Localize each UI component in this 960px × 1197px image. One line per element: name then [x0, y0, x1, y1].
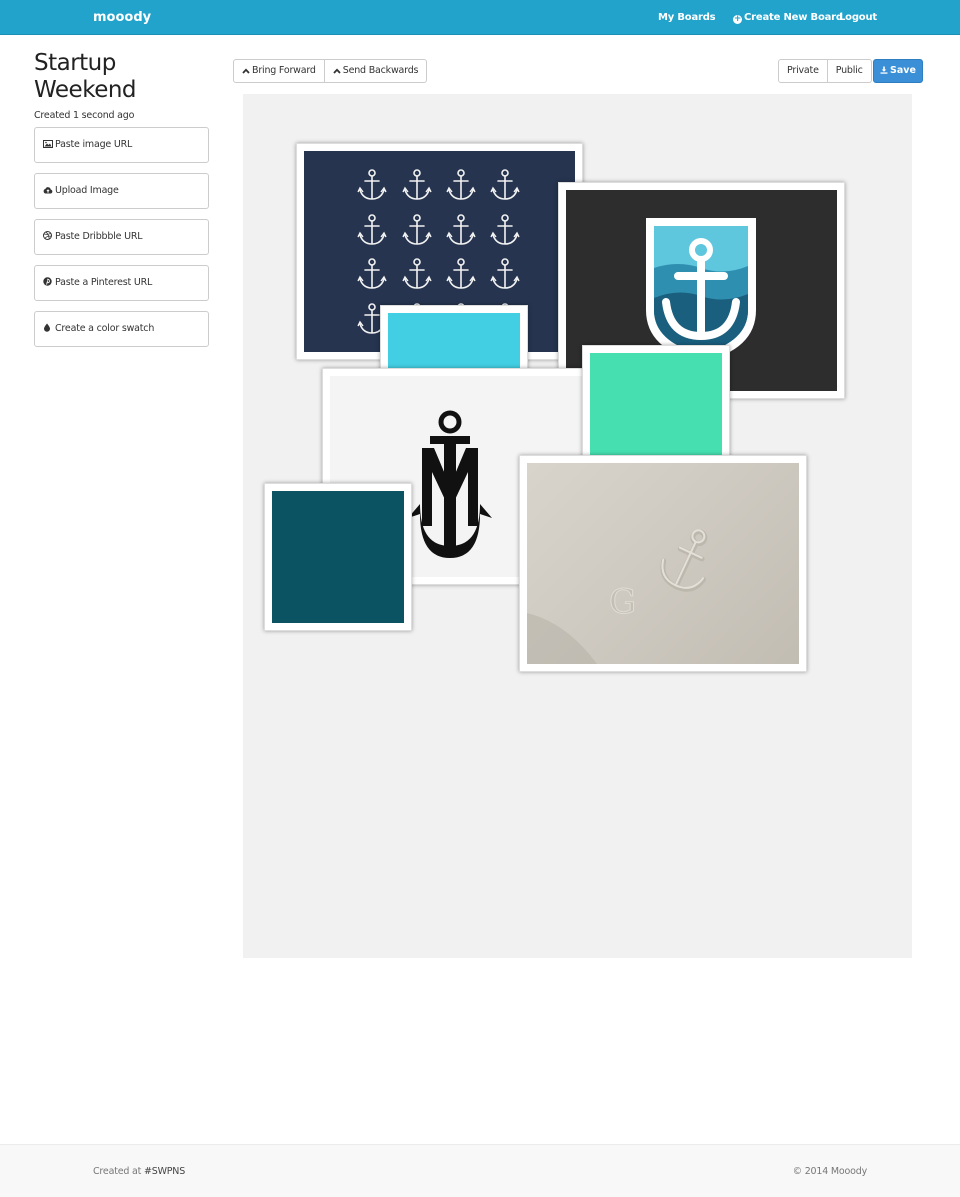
- visibility-toggle-group: Private Public: [778, 59, 872, 83]
- download-icon: [880, 65, 890, 76]
- dribbble-icon: [43, 221, 53, 255]
- public-button[interactable]: Public: [827, 59, 872, 83]
- footer-created-at: Created at: [93, 1166, 142, 1177]
- my-boards-link[interactable]: My Boards: [658, 12, 716, 23]
- board-created-time: Created 1 second ago: [34, 110, 135, 121]
- image-icon: [43, 129, 53, 163]
- paste-image-url-label: Paste image URL: [55, 139, 133, 150]
- navbar: mooody My Boards + Create New Board Logou…: [0, 0, 960, 35]
- footer: Created at #SWPNS © 2014 Mooody: [0, 1144, 960, 1197]
- create-color-swatch-button[interactable]: Create a color swatch: [34, 311, 209, 347]
- chevron-up-icon: [242, 61, 250, 83]
- send-backwards-button[interactable]: Send Backwards: [324, 59, 428, 83]
- create-new-board-link[interactable]: + Create New Board: [733, 12, 843, 24]
- embossed-anchor-image: G: [527, 463, 799, 664]
- footer-credit: Created at #SWPNS: [93, 1166, 185, 1177]
- paste-pinterest-url-label: Paste a Pinterest URL: [55, 277, 153, 288]
- plus-circle-icon: +: [733, 14, 742, 24]
- save-button[interactable]: Save: [873, 59, 923, 83]
- moodboard-canvas[interactable]: G: [243, 94, 912, 958]
- footer-copyright: © 2014 Mooody: [792, 1166, 868, 1177]
- pinterest-icon: [43, 267, 53, 301]
- paste-dribbble-url-label: Paste Dribbble URL: [55, 231, 143, 242]
- send-backwards-label: Send Backwards: [342, 65, 419, 76]
- color-swatch-card[interactable]: [264, 483, 412, 631]
- upload-image-button[interactable]: Upload Image: [34, 173, 209, 209]
- tint-icon: [43, 313, 53, 347]
- color-swatch-dark-teal: [272, 491, 404, 623]
- cloud-upload-icon: [43, 175, 53, 209]
- bring-forward-button[interactable]: Bring Forward: [233, 59, 325, 83]
- private-button[interactable]: Private: [778, 59, 828, 83]
- chevron-up-icon: [333, 61, 341, 83]
- paste-image-url-button[interactable]: Paste image URL: [34, 127, 209, 163]
- board-title: Startup Weekend: [34, 50, 137, 103]
- footer-tag-link[interactable]: #SWPNS: [144, 1166, 185, 1177]
- svg-text:G: G: [609, 582, 636, 622]
- upload-image-label: Upload Image: [55, 185, 119, 196]
- brand-logo[interactable]: mooody: [93, 10, 151, 25]
- bring-forward-label: Bring Forward: [252, 65, 316, 76]
- save-label: Save: [890, 65, 916, 76]
- paste-pinterest-url-button[interactable]: Paste a Pinterest URL: [34, 265, 209, 301]
- create-color-swatch-label: Create a color swatch: [55, 323, 155, 334]
- layer-order-group: Bring Forward Send Backwards: [233, 59, 428, 83]
- logout-link[interactable]: Logout: [839, 12, 877, 23]
- paste-dribbble-url-button[interactable]: Paste Dribbble URL: [34, 219, 209, 255]
- board-image-card[interactable]: G: [519, 455, 807, 672]
- create-new-board-label: Create New Board: [744, 12, 843, 23]
